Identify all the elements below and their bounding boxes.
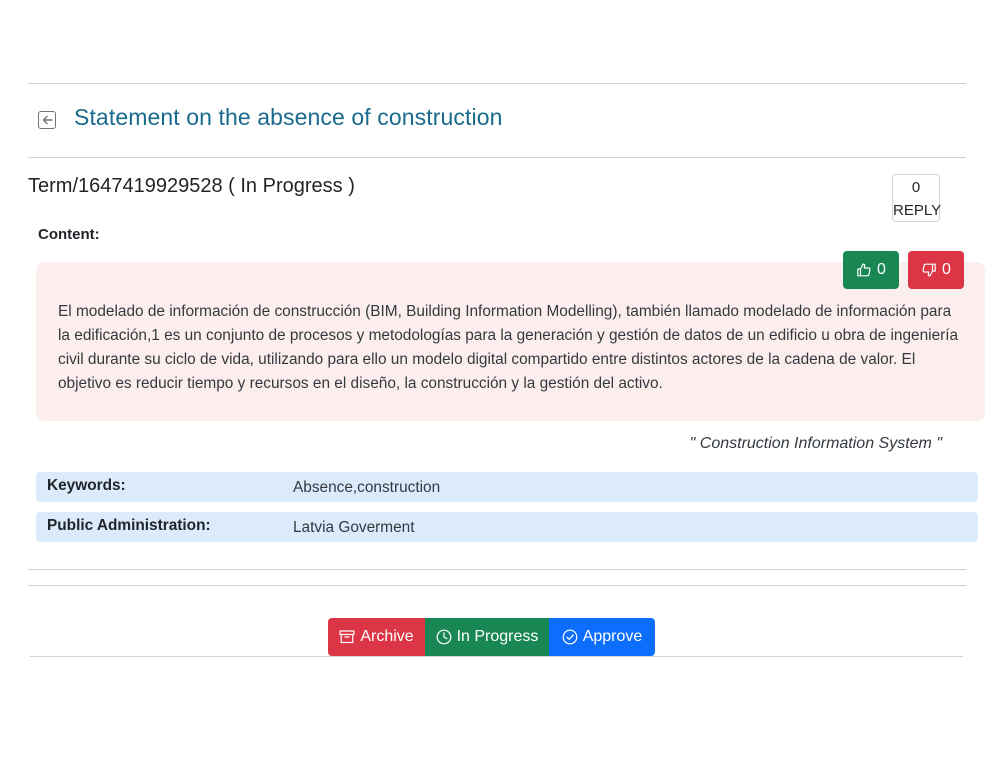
top-divider: [28, 83, 966, 84]
header-divider: [28, 157, 966, 158]
check-circle-icon: [562, 629, 578, 645]
back-button[interactable]: [38, 110, 56, 129]
reply-count: 0: [911, 179, 921, 196]
like-count: 0: [877, 261, 886, 278]
public-administration-value: Latvia Goverment: [293, 519, 415, 536]
keywords-label: Keywords:: [47, 477, 126, 494]
dislike-count: 0: [942, 261, 951, 278]
in-progress-button[interactable]: In Progress: [425, 618, 549, 656]
content-text: El modelado de información de construcci…: [58, 303, 959, 392]
public-administration-row: Public Administration: Latvia Goverment: [36, 512, 978, 542]
thumbs-down-icon: [922, 263, 936, 277]
page-header: Statement on the absence of construction: [38, 104, 503, 131]
reply-label: REPLY: [893, 202, 942, 219]
keywords-row: Keywords: Absence,construction: [36, 472, 978, 502]
public-administration-label: Public Administration:: [47, 517, 211, 534]
keywords-value: Absence,construction: [293, 479, 441, 496]
archive-label: Archive: [360, 628, 414, 645]
page-title: Statement on the absence of construction: [74, 104, 503, 130]
clock-icon: [436, 629, 451, 645]
dislike-button[interactable]: 0: [908, 251, 964, 289]
reply-counter[interactable]: 0 REPLY: [892, 174, 942, 222]
details-divider: [28, 569, 966, 570]
thumbs-up-icon: [857, 263, 871, 277]
content-source: " Construction Information System ": [689, 435, 942, 452]
status-action-group: Archive In Progress Approve: [328, 618, 655, 656]
content-label: Content:: [38, 226, 100, 243]
term-id-status: Term/1647419929528 ( In Progress ): [28, 175, 355, 197]
actions-divider: [28, 585, 966, 586]
page: Statement on the absence of construction…: [0, 0, 1006, 778]
archive-button[interactable]: Archive: [328, 618, 425, 656]
arrow-left-icon: [42, 115, 53, 124]
like-button[interactable]: 0: [843, 251, 899, 289]
approve-button[interactable]: Approve: [549, 618, 655, 656]
archive-icon: [339, 630, 355, 644]
in-progress-label: In Progress: [456, 628, 539, 645]
bottom-divider: [30, 656, 963, 657]
approve-label: Approve: [582, 628, 643, 645]
